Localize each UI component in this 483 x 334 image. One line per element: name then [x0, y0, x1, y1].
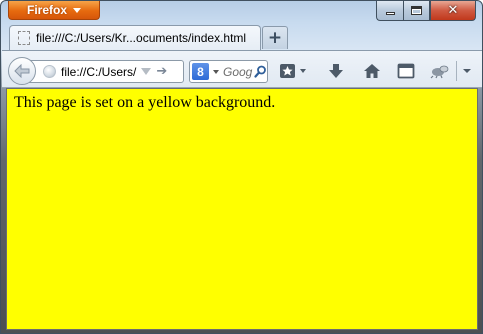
- address-bar-url: file://C:/Users/: [61, 64, 137, 79]
- window-icon: [397, 63, 415, 78]
- addon-button[interactable]: [427, 58, 453, 83]
- google-engine-icon[interactable]: 8: [192, 63, 209, 80]
- firefox-menu-button[interactable]: Firefox: [8, 1, 100, 20]
- minimize-icon: [385, 12, 395, 15]
- maximize-button[interactable]: [403, 1, 430, 21]
- minimize-button[interactable]: [376, 1, 403, 21]
- tab-index-html[interactable]: file:///C:/Users/Kr...ocuments/index.htm…: [9, 25, 261, 50]
- page-icon: [18, 31, 30, 45]
- download-arrow-icon: [329, 63, 343, 78]
- addon-icon: [430, 65, 449, 78]
- bookmark-star-icon: [280, 63, 306, 78]
- search-input[interactable]: Goog: [223, 65, 253, 79]
- address-bar[interactable]: file://C:/Users/ ➔: [24, 60, 184, 83]
- window-controls: ✕: [376, 1, 476, 21]
- home-icon: [364, 63, 380, 78]
- downloads-button[interactable]: [323, 58, 349, 83]
- go-arrow-icon[interactable]: ➔: [156, 64, 167, 79]
- tab-title: file:///C:/Users/Kr...ocuments/index.htm…: [36, 31, 247, 45]
- close-icon: ✕: [447, 3, 459, 18]
- history-dropdown-icon[interactable]: [141, 68, 152, 75]
- globe-icon: [43, 65, 56, 78]
- window-button[interactable]: [393, 58, 419, 83]
- bookmarks-button[interactable]: [276, 58, 312, 83]
- close-button[interactable]: ✕: [430, 1, 476, 21]
- search-bar[interactable]: 8 Goog: [189, 60, 268, 83]
- navigation-toolbar: file://C:/Users/ ➔ 8 Goog: [2, 50, 482, 88]
- chevron-down-icon: [463, 68, 471, 73]
- maximize-icon: [411, 6, 422, 15]
- plus-icon: +: [267, 28, 283, 48]
- home-button[interactable]: [359, 58, 385, 83]
- back-button[interactable]: [8, 57, 36, 85]
- magnifier-icon[interactable]: [254, 65, 267, 78]
- page-content: This page is set on a yellow background.: [6, 88, 478, 330]
- toolbar-menu-button[interactable]: [457, 58, 477, 83]
- engine-dropdown-icon[interactable]: [213, 69, 219, 74]
- page-text: This page is set on a yellow background.: [14, 94, 276, 111]
- browser-window: Firefox ✕ file:///C:/Users/Kr...ocuments…: [0, 0, 483, 334]
- chevron-down-icon: [73, 7, 81, 13]
- firefox-menu-label: Firefox: [26, 3, 67, 17]
- new-tab-button[interactable]: +: [262, 26, 288, 49]
- back-arrow-icon: [14, 64, 30, 78]
